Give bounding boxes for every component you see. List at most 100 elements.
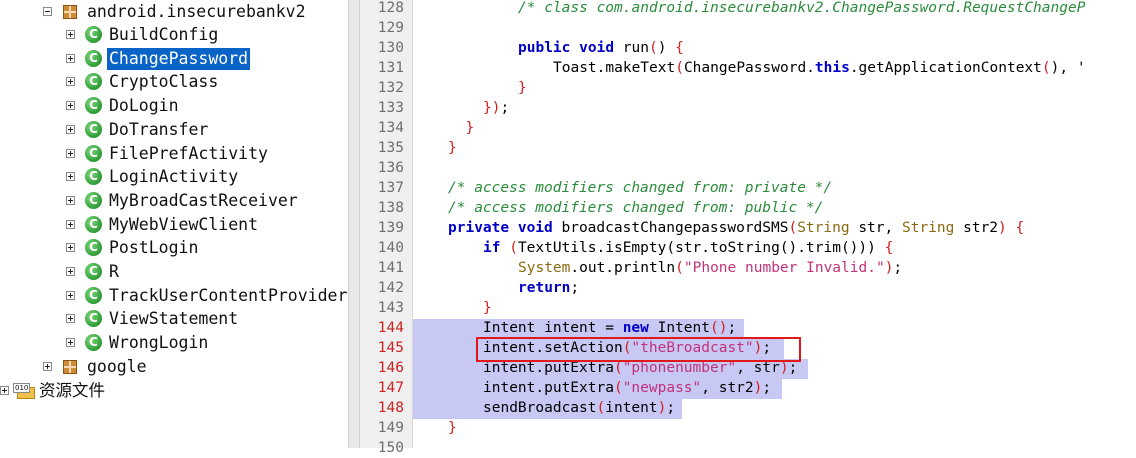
tree-item-dologin[interactable]: C DoLogin: [0, 95, 348, 117]
code-token: str,: [849, 220, 902, 236]
code-token: intent.putExtra: [483, 380, 614, 396]
code-token: (: [613, 360, 623, 376]
expand-icon[interactable]: [66, 267, 75, 276]
code-token: {: [675, 40, 684, 56]
code-token: ): [779, 360, 789, 376]
tree-item-label: MyBroadCastReceiver: [109, 191, 298, 210]
code-line: }: [448, 138, 457, 158]
tree-item-buildconfig[interactable]: C BuildConfig: [0, 24, 348, 46]
code-token: , str: [736, 360, 780, 376]
code-token: intent: [605, 400, 658, 416]
expand-icon[interactable]: [66, 149, 75, 158]
code-line: }: [483, 298, 492, 318]
line-number: 142: [377, 280, 404, 296]
line-number: 130: [377, 40, 404, 56]
tree-item-dotransfer[interactable]: C DoTransfer: [0, 119, 348, 141]
line-number: 137: [377, 180, 404, 196]
expand-icon[interactable]: [0, 386, 9, 395]
tree-package-google[interactable]: google: [0, 356, 348, 378]
expand-icon[interactable]: [66, 101, 75, 110]
tree-item-postlogin[interactable]: C PostLogin: [0, 237, 348, 259]
code-token: , str2: [701, 380, 754, 396]
expand-icon[interactable]: [66, 172, 75, 181]
code-token: ): [998, 220, 1007, 236]
code-token: void: [579, 40, 615, 56]
tree-resources[interactable]: 010 资源文件: [0, 380, 348, 402]
line-number: 146: [377, 360, 404, 376]
expand-icon[interactable]: [66, 125, 75, 134]
code-line: }: [518, 78, 527, 98]
code-token: .getApplicationContext: [849, 60, 1042, 76]
code-line: });: [483, 98, 509, 118]
tree-item-changepassword[interactable]: C ChangePassword: [0, 48, 348, 70]
tree-item-label: FilePrefActivity: [109, 144, 268, 163]
expand-icon[interactable]: [66, 243, 75, 252]
expand-icon[interactable]: [66, 220, 75, 229]
tree-package-label: google: [87, 357, 147, 376]
class-icon: C: [85, 73, 102, 90]
expand-icon[interactable]: [43, 362, 52, 371]
resource-folder-icon: 010: [13, 383, 35, 399]
collapse-icon[interactable]: [43, 7, 52, 16]
code-token: }: [448, 420, 457, 436]
code-token: if: [483, 240, 501, 256]
line-number: 138: [377, 200, 404, 216]
tree-item-cryptoclass[interactable]: C CryptoClass: [0, 71, 348, 93]
code-token: (: [675, 60, 684, 76]
tree-item-label: DoTransfer: [109, 120, 209, 139]
class-icon: C: [85, 239, 102, 256]
expand-icon[interactable]: [66, 291, 75, 300]
tree-item-mybroadcastreceiver[interactable]: C MyBroadCastReceiver: [0, 190, 348, 212]
line-number: 140: [377, 240, 404, 256]
code-token: ;: [788, 360, 798, 376]
tree-item-fileprefactivity[interactable]: C FilePrefActivity: [0, 143, 348, 165]
tree-item-mywebviewclient[interactable]: C MyWebViewClient: [0, 214, 348, 236]
code-line: }: [448, 418, 457, 438]
tree-item-label: LoginActivity: [109, 167, 239, 186]
project-tree: android.insecurebankv2 C BuildConfig C Chan…: [0, 0, 348, 448]
tree-item-label: ViewStatement: [109, 309, 239, 328]
tree-item-r[interactable]: CR: [0, 261, 348, 283]
line-number: 149: [377, 420, 404, 436]
class-icon: C: [85, 263, 102, 280]
class-icon: C: [85, 216, 102, 233]
code-token: (: [613, 380, 623, 396]
code-token: "phonenumber": [622, 360, 737, 376]
code-token: /* class com.android.insecurebankv2.Chan…: [518, 0, 1086, 16]
code-token: "newpass": [622, 380, 702, 396]
expand-icon[interactable]: [66, 77, 75, 86]
code-line: Toast.makeText(ChangePassword.this.getAp…: [553, 58, 1086, 78]
code-editor[interactable]: /* class com.android.insecurebankv2.Chan…: [413, 0, 1136, 448]
line-number-gutter: 128 129 130 131 132 133 134 135 136 137 138 139 140 1…: [360, 0, 413, 456]
tree-item-label: PostLogin: [109, 238, 199, 257]
line-number: 141: [377, 260, 404, 276]
code-line: private void broadcastChangepasswordSMS(…: [448, 218, 1024, 238]
panel-splitter[interactable]: [348, 0, 360, 448]
code-token: ;: [570, 280, 580, 296]
line-number: 134: [377, 120, 404, 136]
expand-icon[interactable]: [66, 30, 75, 39]
code-token: new: [622, 320, 649, 336]
code-token: ;: [500, 100, 510, 116]
expand-icon[interactable]: [66, 54, 75, 63]
code-line: }: [466, 118, 475, 138]
tree-item-loginactivity[interactable]: C LoginActivity: [0, 166, 348, 188]
code-token: /* access modifiers changed from: public…: [448, 200, 824, 216]
tree-item-viewstatement[interactable]: C ViewStatement: [0, 308, 348, 330]
line-number: 135: [377, 140, 404, 156]
code-token: System: [518, 260, 571, 276]
tree-item-wronglogin[interactable]: C WrongLogin: [0, 332, 348, 354]
code-token: str2: [954, 220, 999, 236]
code-token: }: [465, 120, 475, 136]
expand-icon[interactable]: [66, 196, 75, 205]
expand-icon[interactable]: [66, 338, 75, 347]
code-line: public void run() {: [518, 38, 684, 58]
tree-package-insecurebankv2[interactable]: android.insecurebankv2: [0, 1, 348, 23]
tree-item-trackusercontentprovider[interactable]: C TrackUserContentProvider: [0, 285, 348, 307]
expand-icon[interactable]: [66, 314, 75, 323]
class-icon: C: [85, 145, 102, 162]
code-token: void: [517, 220, 553, 236]
tree-resources-label: 资源文件: [39, 381, 105, 400]
